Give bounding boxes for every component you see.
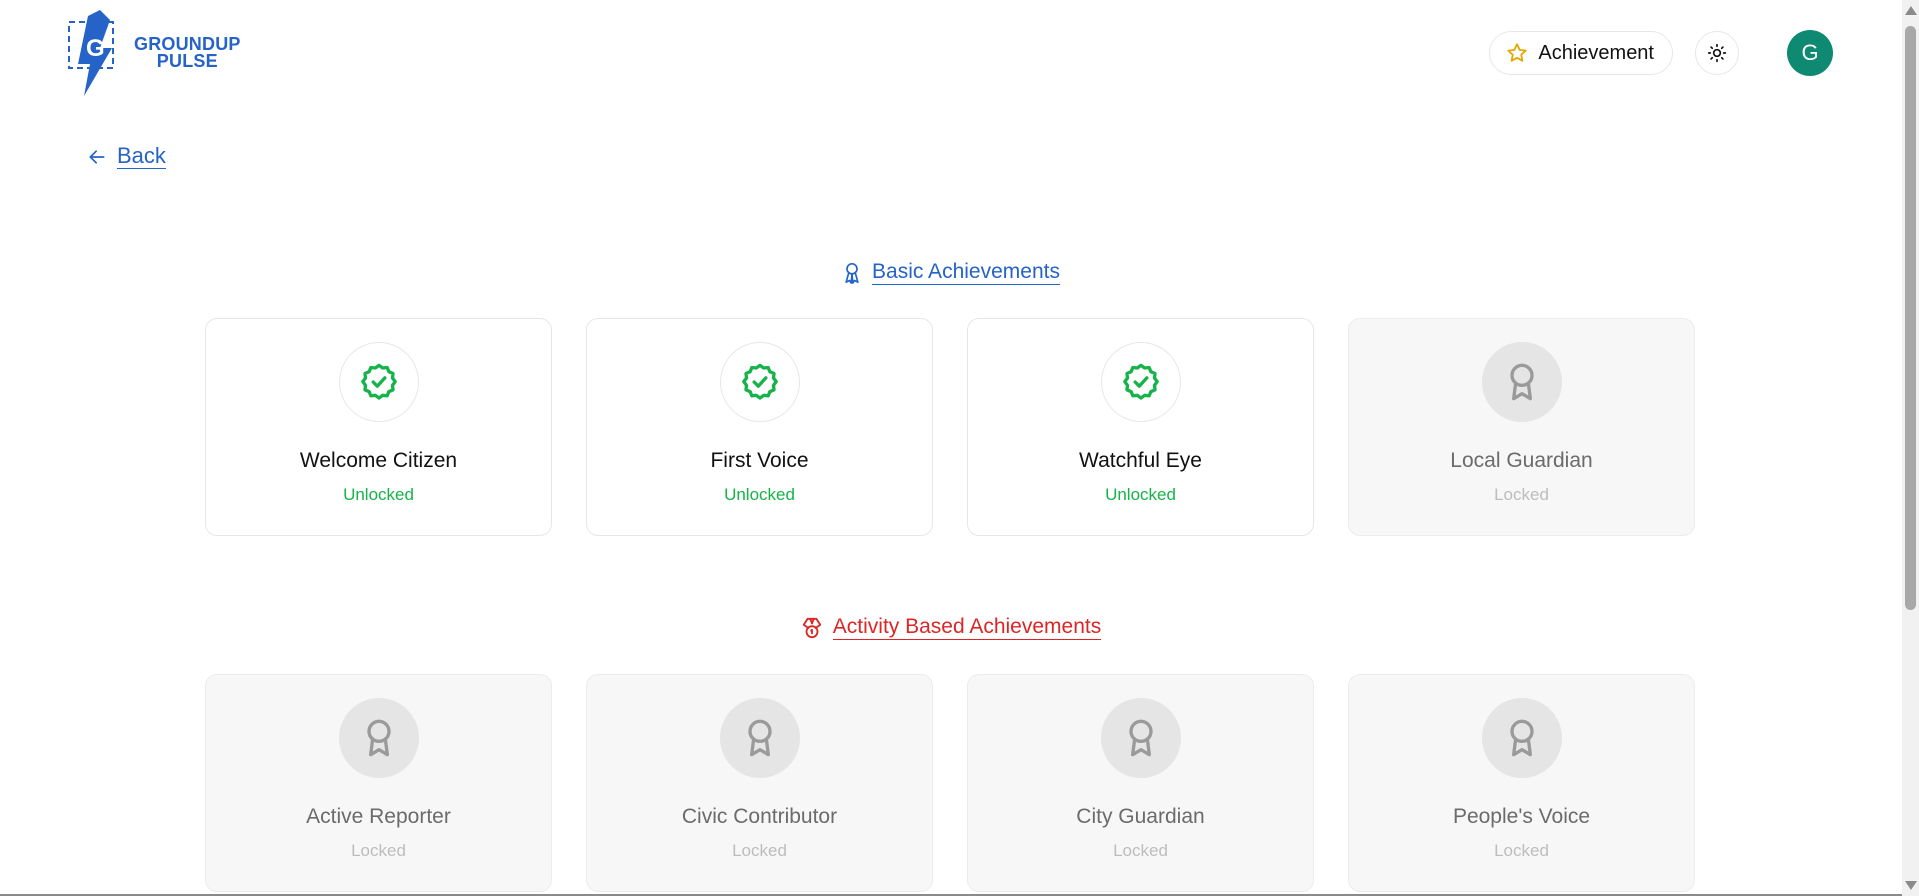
achievement-status: Locked [351, 841, 406, 860]
back-link[interactable]: Back [87, 144, 166, 169]
achievement-name: Watchful Eye [1079, 449, 1202, 472]
achievement-name: Local Guardian [1450, 449, 1593, 472]
scroll-thumb[interactable] [1905, 26, 1916, 610]
achievement-card[interactable]: City Guardian Locked [967, 674, 1314, 892]
achievement-name: People's Voice [1452, 805, 1591, 828]
achievement-name: Active Reporter [306, 805, 451, 828]
page-scrollbar[interactable] [1902, 0, 1919, 896]
activity-achievements-title: Activity Based Achievements [832, 615, 1102, 640]
achievement-status: Unlocked [343, 485, 414, 504]
basic-achievements-grid: Welcome Citizen Unlocked First Voice Unl… [205, 318, 1695, 536]
achievement-status: Locked [1494, 485, 1549, 504]
achievement-card[interactable]: Active Reporter Locked [205, 674, 552, 892]
achievement-status: Locked [732, 841, 787, 860]
award-icon [1481, 698, 1562, 778]
basic-achievements-heading[interactable]: Basic Achievements [0, 260, 1902, 285]
logo-letter: G [86, 35, 105, 62]
arrow-left-icon [89, 149, 105, 164]
achievement-card[interactable]: First Voice Unlocked [586, 318, 933, 536]
award-icon [1100, 698, 1181, 778]
activity-achievements-grid: Active Reporter Locked Civic Contributor… [205, 674, 1695, 892]
star-icon [1507, 43, 1527, 62]
header-actions: Achievement G [1489, 30, 1833, 76]
logo-bolt-icon: G [68, 10, 114, 96]
achievement-card[interactable]: People's Voice Locked [1348, 674, 1695, 892]
badge-check-icon [719, 342, 800, 422]
achievement-card[interactable]: Watchful Eye Unlocked [967, 318, 1314, 536]
award-icon [719, 698, 800, 778]
brand-name: GROUNDUP PULSE [134, 35, 241, 71]
theme-toggle-button[interactable] [1695, 31, 1739, 75]
brand-line-2: PULSE [156, 51, 218, 71]
brand-logo[interactable]: G GROUNDUP PULSE [66, 10, 241, 96]
scroll-up-arrow-icon[interactable] [1905, 6, 1917, 15]
achievement-name: First Voice [710, 449, 809, 472]
award-icon [338, 698, 419, 778]
back-label: Back [117, 143, 166, 169]
achievement-status: Unlocked [724, 485, 795, 504]
ribbon-icon [845, 262, 859, 284]
achievement-button[interactable]: Achievement [1489, 31, 1673, 75]
achievement-status: Unlocked [1105, 485, 1176, 504]
medal-icon [802, 617, 821, 638]
badge-check-icon [1100, 342, 1181, 422]
award-icon [1481, 342, 1562, 422]
user-avatar[interactable]: G [1787, 30, 1833, 76]
achievement-status: Locked [1113, 841, 1168, 860]
achievement-name: City Guardian [1076, 805, 1205, 828]
activity-achievements-heading[interactable]: Activity Based Achievements [0, 615, 1902, 640]
achievement-status: Locked [1494, 841, 1549, 860]
scroll-down-arrow-icon[interactable] [1905, 881, 1917, 890]
achievements-page: G GROUNDUP PULSE Achievement G Back Basi… [0, 0, 1919, 896]
achievement-name: Welcome Citizen [299, 449, 458, 472]
achievement-card[interactable]: Local Guardian Locked [1348, 318, 1695, 536]
achievement-label: Achievement [1538, 41, 1654, 64]
sun-icon [1707, 43, 1727, 63]
achievement-card[interactable]: Civic Contributor Locked [586, 674, 933, 892]
achievement-card[interactable]: Welcome Citizen Unlocked [205, 318, 552, 536]
badge-check-icon [338, 342, 419, 422]
basic-achievements-title: Basic Achievements [872, 260, 1060, 285]
achievement-name: Civic Contributor [681, 805, 838, 828]
